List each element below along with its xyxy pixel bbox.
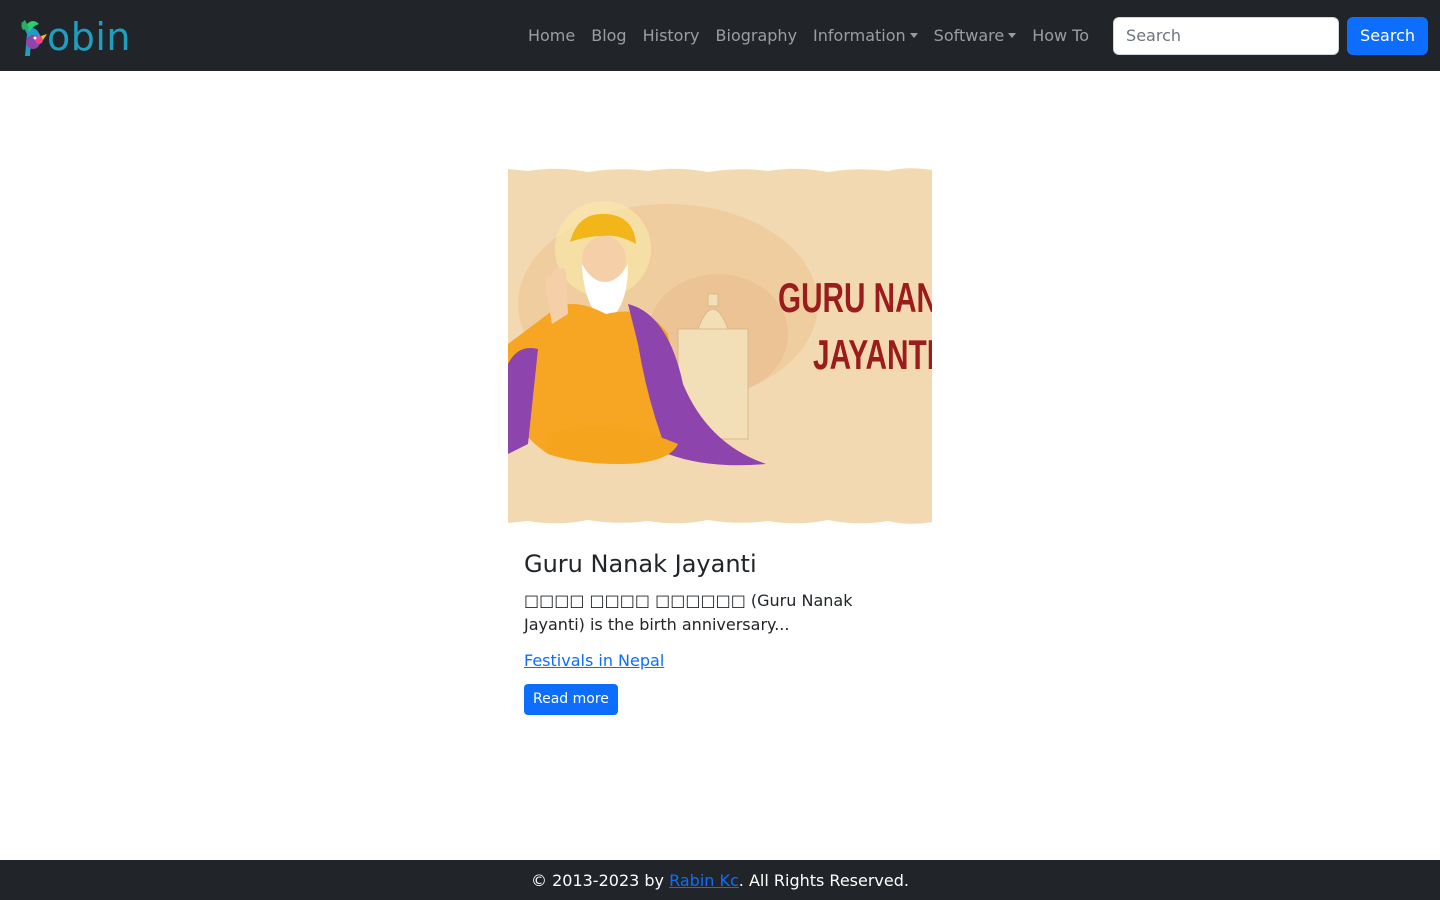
nav-home[interactable]: Home [520,18,583,53]
nav-history[interactable]: History [635,18,708,53]
post-excerpt: □□□□ □□□□ □□□□□□ (Guru Nanak Jayanti) is… [524,590,853,634]
image-title-line1: GURU NAN [778,274,932,321]
nav-biography[interactable]: Biography [708,18,806,53]
brand-text: obin [47,14,132,59]
nav-menu: Home Blog History Biography Information … [520,18,1097,53]
read-more-button[interactable]: Read more [524,683,618,715]
site-footer: © 2013-2023 by Rabin Kc . All Rights Res… [0,860,1440,900]
search-input[interactable] [1113,16,1340,55]
footer-author-link[interactable]: Rabin Kc [669,871,739,890]
top-navbar: obin Home Blog History Biography Informa… [0,0,1440,71]
image-title-line2: JAYANTI [813,331,932,378]
nav-software-label: Software [933,26,1005,45]
nav-blog[interactable]: Blog [583,18,634,53]
post-title: Guru Nanak Jayanti [524,550,757,578]
nav-software-dropdown[interactable]: Software [926,18,1025,53]
caret-down-icon [909,33,918,38]
search-form: Search [1113,16,1428,55]
nav-information-label: Information [813,26,906,45]
caret-down-icon [1008,33,1017,38]
post-category-link[interactable]: Festivals in Nepal [524,651,664,670]
bird-logo-icon [15,16,49,56]
post-card-body: Guru Nanak Jayanti □□□□ □□□□ □□□□□□ (Gur… [508,528,932,715]
search-button[interactable]: Search [1347,16,1428,55]
footer-rights-text: . All Rights Reserved. [738,870,909,890]
nav-how-to[interactable]: How To [1024,18,1097,53]
brand-logo[interactable]: obin [15,14,131,58]
post-thumbnail[interactable]: GURU NAN JAYANTI [508,164,932,528]
nav-information-dropdown[interactable]: Information [805,18,926,53]
guru-nanak-illustration: GURU NAN JAYANTI [508,164,932,528]
footer-copyright-prefix: © 2013-2023 by [531,870,670,890]
post-card: GURU NAN JAYANTI Guru Nanak Jayanti □□□□… [508,164,932,715]
